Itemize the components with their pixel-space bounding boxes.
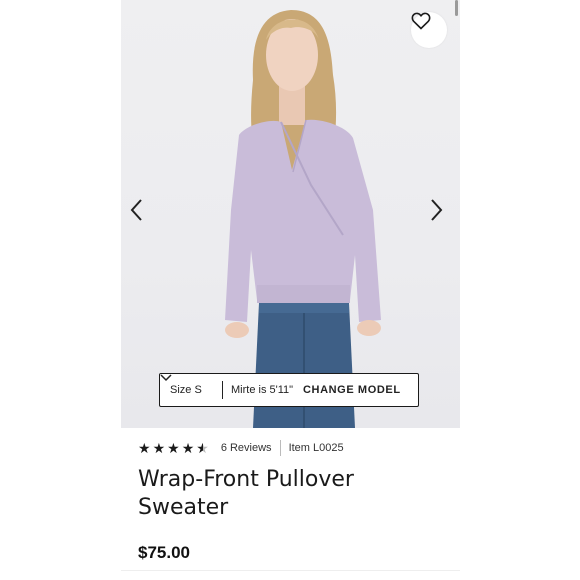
change-model-label: CHANGE MODEL [303,384,401,396]
change-model-button[interactable]: CHANGE MODEL [160,374,401,396]
wishlist-button[interactable] [411,12,447,48]
product-image[interactable]: Size S Mirte is 5'11" CHANGE MODEL [121,0,460,428]
item-number: Item L0025 [288,442,344,454]
model-height-label: Mirte is 5'11" [231,384,294,396]
chevron-left-icon [130,199,142,221]
model-size-label: Size S [170,384,202,396]
star-icon: ★ [152,440,166,456]
chevron-right-icon [431,199,443,221]
heart-icon [411,12,431,30]
prev-image-button[interactable] [129,198,151,228]
rating-divider [279,440,281,456]
chevron-down-icon [160,374,172,382]
star-icon: ★ [167,440,180,456]
rating-row: ★ ★ ★ ★ ★ 6 Reviews Item L0025 [138,438,344,458]
product-page: Size S Mirte is 5'11" CHANGE MODEL ★ ★ ★… [121,0,460,580]
star-rating[interactable]: ★ ★ ★ ★ ★ [138,441,209,455]
product-price: $75.00 [138,543,190,562]
model-info-bar[interactable]: Size S Mirte is 5'11" CHANGE MODEL [159,373,419,407]
divider [121,570,460,571]
scrollbar[interactable] [455,0,458,16]
star-icon: ★ [138,440,151,456]
model-photo [225,10,381,428]
reviews-link[interactable]: 6 Reviews [221,442,272,454]
product-title: Wrap-Front Pullover Sweater [138,467,354,520]
half-star-icon: ★ [196,440,209,456]
next-image-button[interactable] [430,198,452,228]
star-icon: ★ [181,440,195,456]
